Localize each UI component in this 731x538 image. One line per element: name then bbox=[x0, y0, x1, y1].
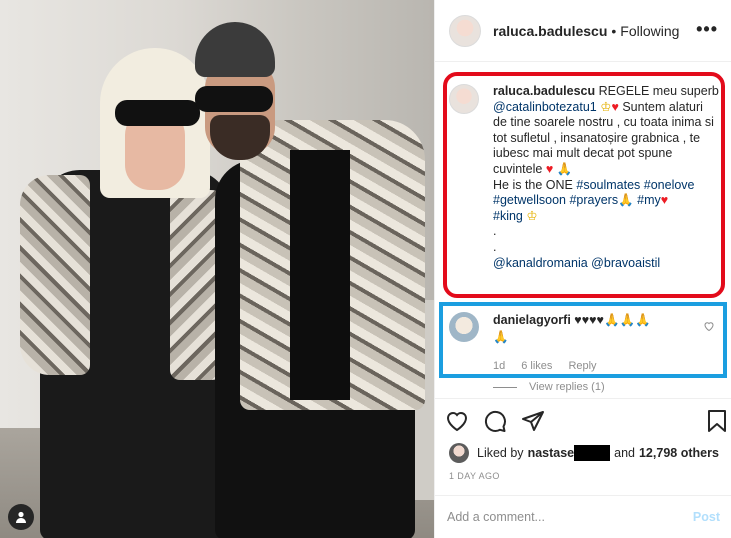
action-bar bbox=[445, 409, 726, 433]
post-header: raluca.badulescu • Following ••• bbox=[435, 0, 731, 62]
more-options-icon[interactable]: ••• bbox=[696, 20, 718, 38]
crown-icon: ♔ bbox=[526, 208, 538, 223]
header-separator: • bbox=[611, 22, 617, 39]
likes-count[interactable]: 12,798 others bbox=[639, 446, 719, 460]
post-comment-button[interactable]: Post bbox=[693, 510, 720, 524]
photo-man-sunglasses bbox=[195, 86, 273, 112]
praying-hands-icon: 🙏 bbox=[493, 330, 509, 344]
comment-input[interactable]: Add a comment... bbox=[447, 510, 545, 524]
likes-and: and bbox=[614, 446, 635, 460]
view-replies-button[interactable]: View replies (1) bbox=[493, 381, 605, 393]
comment-reply-button[interactable]: Reply bbox=[568, 360, 596, 372]
instagram-post-view: raluca.badulescu • Following ••• raluca.… bbox=[0, 0, 731, 538]
caption-mention-bravoaistil[interactable]: @bravoaistil bbox=[591, 256, 660, 270]
person-tag-icon[interactable] bbox=[8, 504, 34, 530]
photo-man-shirt bbox=[290, 150, 350, 400]
heart-emoji: ♥ bbox=[660, 193, 669, 208]
comment-likes[interactable]: 6 likes bbox=[521, 360, 552, 372]
caption-line1: REGELE meu superb bbox=[598, 84, 719, 98]
praying-hands-icon: 🙏🙏🙏 bbox=[603, 313, 651, 327]
following-button[interactable]: Following bbox=[620, 23, 679, 39]
comment-like-heart-icon[interactable] bbox=[703, 320, 715, 332]
caption: raluca.badulescu REGELE meu superb @cata… bbox=[449, 84, 719, 271]
hashtag-king[interactable]: #king bbox=[493, 209, 523, 223]
comment-username[interactable]: danielagyorfi bbox=[493, 313, 571, 327]
heart-emoji: ♥ bbox=[611, 99, 619, 114]
caption-dot: . bbox=[493, 239, 497, 254]
comment-meta: 1d 6 likes Reply bbox=[493, 360, 597, 372]
paper-plane-icon[interactable] bbox=[521, 409, 545, 433]
caption-avatar[interactable] bbox=[449, 84, 479, 114]
avatar[interactable] bbox=[449, 14, 481, 47]
heart-emoji: ♥ bbox=[545, 161, 554, 176]
liker-username[interactable]: nastase bbox=[528, 446, 575, 460]
praying-hands-icon: 🙏 bbox=[556, 161, 573, 176]
post-actions-section: Liked by nastase and 12,798 others 1 DAY… bbox=[435, 398, 731, 538]
post-side-panel: raluca.badulescu • Following ••• raluca.… bbox=[434, 0, 731, 538]
post-timestamp[interactable]: 1 DAY AGO bbox=[449, 471, 500, 481]
add-comment-bar: Add a comment... Post bbox=[435, 495, 731, 538]
crown-icon: ♔ bbox=[600, 99, 612, 114]
liker-avatar[interactable] bbox=[449, 443, 469, 463]
hashtag-my[interactable]: #my bbox=[637, 193, 661, 207]
view-replies-line bbox=[493, 386, 517, 388]
speech-bubble-icon[interactable] bbox=[483, 409, 507, 433]
comment-avatar[interactable] bbox=[449, 312, 479, 342]
comment-hearts: ♥♥♥♥ bbox=[574, 313, 604, 327]
comment-text: danielagyorfi ♥♥♥♥🙏🙏🙏 🙏 bbox=[493, 312, 689, 346]
post-photo[interactable] bbox=[0, 0, 434, 538]
caption-dot: . bbox=[493, 224, 497, 239]
view-replies-label: View replies (1) bbox=[529, 381, 605, 393]
caption-username[interactable]: raluca.badulescu bbox=[493, 84, 595, 98]
liked-by-prefix: Liked by bbox=[477, 446, 524, 460]
heart-outline-icon[interactable] bbox=[445, 409, 469, 433]
photo-woman-jacket-left bbox=[20, 175, 90, 375]
caption-line3: He is the ONE bbox=[493, 177, 573, 192]
caption-text: raluca.badulescu REGELE meu superb @cata… bbox=[493, 84, 719, 271]
praying-hands-icon: 🙏 bbox=[618, 193, 634, 208]
photo-woman-sunglasses bbox=[115, 100, 200, 126]
redaction-block bbox=[574, 445, 611, 461]
likes-summary: Liked by nastase and 12,798 others bbox=[449, 443, 719, 463]
comment-age: 1d bbox=[493, 360, 506, 372]
comment-item: danielagyorfi ♥♥♥♥🙏🙏🙏 🙏 bbox=[449, 312, 719, 346]
bookmark-icon[interactable] bbox=[707, 409, 727, 433]
caption-mention-kanald[interactable]: @kanaldromania bbox=[493, 256, 588, 270]
header-username[interactable]: raluca.badulescu bbox=[493, 23, 607, 39]
caption-mention-catalin[interactable]: @catalinbotezatu1 bbox=[493, 100, 597, 114]
